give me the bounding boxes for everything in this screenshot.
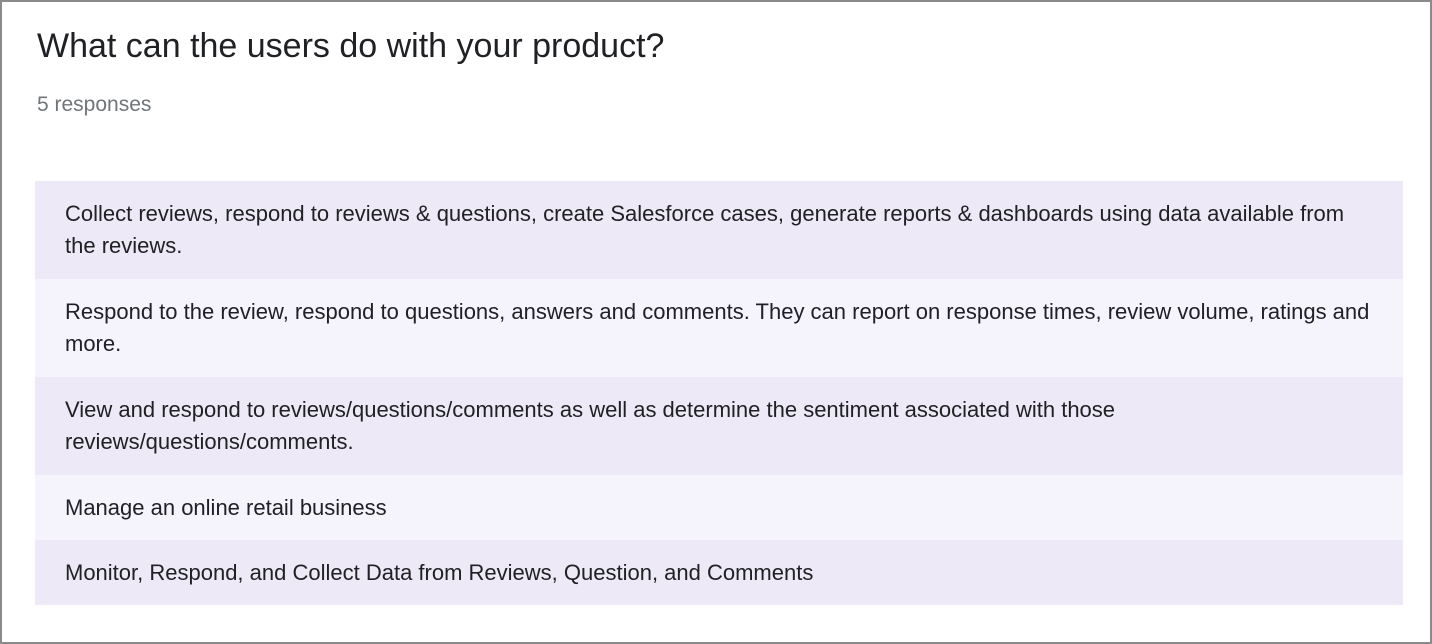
response-item: Monitor, Respond, and Collect Data from … xyxy=(35,540,1403,605)
response-item: View and respond to reviews/questions/co… xyxy=(35,377,1403,475)
question-title: What can the users do with your product? xyxy=(37,27,665,65)
response-count: 5 responses xyxy=(37,93,152,116)
question-summary-card: What can the users do with your product?… xyxy=(0,0,1432,644)
response-item: Manage an online retail business xyxy=(35,475,1403,540)
response-item: Respond to the review, respond to questi… xyxy=(35,279,1403,377)
response-item: Collect reviews, respond to reviews & qu… xyxy=(35,181,1403,279)
response-list: Collect reviews, respond to reviews & qu… xyxy=(35,181,1403,605)
